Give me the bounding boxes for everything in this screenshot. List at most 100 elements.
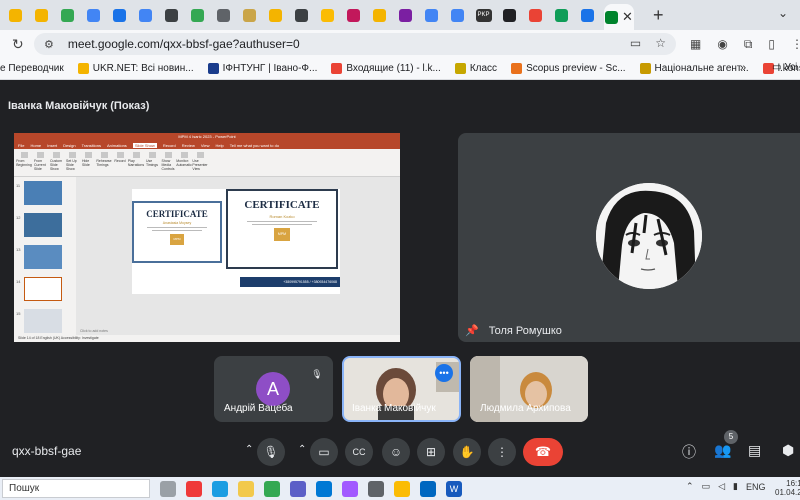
- bookmark-item[interactable]: Входящие (11) - l.k...: [331, 63, 441, 74]
- browser-tab[interactable]: [110, 6, 129, 24]
- bookmark-item[interactable]: Національне агент...: [639, 63, 749, 74]
- browser-tab[interactable]: [526, 6, 545, 24]
- powerpoint-menu-item[interactable]: Record: [163, 143, 176, 148]
- slide-thumbnail[interactable]: [24, 309, 62, 333]
- present-button[interactable]: ⊞: [417, 438, 445, 466]
- explorer-icon[interactable]: [238, 480, 254, 497]
- powerpoint-menu-item[interactable]: Home: [30, 143, 41, 148]
- people-icon[interactable]: 👥: [714, 442, 731, 459]
- mic-options-chevron[interactable]: ⌃: [245, 444, 253, 455]
- emoji-button[interactable]: ☺: [382, 438, 410, 466]
- mail-icon[interactable]: [316, 480, 332, 497]
- slide-thumbnail[interactable]: [24, 181, 62, 205]
- browser-tab[interactable]: [136, 6, 155, 24]
- ribbon-button[interactable]: Monitor: Automatic: [176, 152, 192, 173]
- powerpoint-menu-item[interactable]: Review: [182, 143, 195, 148]
- raise-hand-button[interactable]: ✋: [453, 438, 481, 466]
- puzzle-icon[interactable]: ⧉: [744, 37, 753, 52]
- leave-call-button[interactable]: ☎: [523, 438, 563, 466]
- camera-button[interactable]: ▭: [310, 438, 338, 466]
- slide-thumbnail[interactable]: [24, 245, 62, 269]
- battery-icon[interactable]: ▮: [733, 481, 738, 492]
- captions-button[interactable]: CC: [345, 438, 373, 466]
- chrome-app-icon[interactable]: [394, 480, 410, 497]
- browser-tab[interactable]: [344, 6, 363, 24]
- browser-tab[interactable]: [396, 6, 415, 24]
- bookmark-item[interactable]: UKR.NET: Всі новин...: [77, 63, 194, 74]
- url-text[interactable]: meet.google.com/qxx-bbsf-gae?authuser=0: [68, 37, 300, 51]
- network-icon[interactable]: ▭: [702, 481, 711, 492]
- ribbon-button[interactable]: Custom Slide Show: [50, 152, 62, 173]
- profile-icon[interactable]: ◉: [717, 37, 727, 52]
- bookmark-item[interactable]: ІФНТУНГ | Івано-Ф...: [207, 63, 317, 74]
- browser-tab[interactable]: [58, 6, 77, 24]
- camera-icon[interactable]: ▭: [630, 36, 641, 50]
- browser-tab[interactable]: [370, 6, 389, 24]
- powerpoint-menu-item[interactable]: Design: [63, 143, 75, 148]
- store-icon[interactable]: [290, 480, 306, 497]
- more-bookmarks-icon[interactable]: »: [740, 62, 746, 74]
- menu-dots-icon[interactable]: ⋮: [791, 37, 800, 52]
- powerpoint-menu-item[interactable]: Insert: [47, 143, 57, 148]
- powerpoint-menu-item[interactable]: File: [18, 143, 24, 148]
- browser-tab[interactable]: [162, 6, 181, 24]
- all-bookmarks-folder[interactable]: ▭ Усі: [772, 62, 797, 73]
- browser-tab[interactable]: [266, 6, 285, 24]
- bookmark-item[interactable]: е Переводчик: [0, 63, 64, 74]
- tile-options-icon[interactable]: •••: [435, 364, 453, 382]
- powerpoint-menu-item[interactable]: Slide Show: [132, 142, 157, 148]
- activities-icon[interactable]: ⬢: [782, 442, 794, 459]
- browser-tab[interactable]: [32, 6, 51, 24]
- active-tab[interactable]: ✕: [604, 4, 634, 30]
- mic-button[interactable]: 🎙: [257, 438, 285, 466]
- bookmark-item[interactable]: Scopus preview - Sc...: [511, 63, 626, 74]
- task-view-icon[interactable]: [160, 480, 176, 497]
- powerpoint-menu-item[interactable]: View: [201, 143, 210, 148]
- site-info-icon[interactable]: ⚙: [44, 38, 54, 51]
- ribbon-button[interactable]: From Current Slide: [34, 152, 46, 173]
- ribbon-button[interactable]: Use Timings: [146, 152, 158, 173]
- word-icon[interactable]: W: [446, 480, 462, 497]
- taskbar-clock[interactable]: 16:1 01.04.2: [775, 479, 800, 497]
- vivaldi-icon[interactable]: [186, 480, 202, 497]
- slide-thumbnail[interactable]: [24, 213, 62, 237]
- tab-search-icon[interactable]: ⌄: [778, 6, 788, 20]
- omnibox[interactable]: ⚙ meet.google.com/qxx-bbsf-gae?authuser=…: [34, 33, 676, 55]
- slide-thumbnail[interactable]: [24, 277, 62, 301]
- close-tab-icon[interactable]: ✕: [622, 9, 633, 25]
- browser-tab[interactable]: [500, 6, 519, 24]
- bookmark-star-icon[interactable]: ☆: [655, 36, 666, 50]
- ribbon-button[interactable]: Rehearse Timings: [96, 152, 112, 173]
- browser-tab[interactable]: [188, 6, 207, 24]
- browser-tab[interactable]: [578, 6, 597, 24]
- ribbon-button[interactable]: From Beginning: [16, 152, 32, 173]
- extension-icon[interactable]: ▦: [690, 37, 701, 52]
- more-options-button[interactable]: ⋮: [488, 438, 516, 466]
- edge-icon[interactable]: [212, 480, 228, 497]
- chrome-icon[interactable]: [264, 480, 280, 497]
- powerpoint-menu-item[interactable]: Transitions: [82, 143, 101, 148]
- ribbon-button[interactable]: Show Media Controls: [161, 152, 175, 173]
- ribbon-button[interactable]: Set Up Slide Show: [66, 152, 78, 173]
- info-icon[interactable]: ⓘ: [682, 442, 696, 462]
- browser-tab[interactable]: [552, 6, 571, 24]
- powerpoint-menu-item[interactable]: Tell me what you want to do: [230, 143, 279, 148]
- input-language[interactable]: ENG: [746, 482, 766, 492]
- ribbon-button[interactable]: Use Presenter View: [192, 152, 208, 173]
- bookmark-item[interactable]: Класс: [454, 63, 497, 74]
- browser-tab[interactable]: [318, 6, 337, 24]
- tray-chevron-icon[interactable]: ⌃: [686, 481, 694, 492]
- browser-tab[interactable]: [84, 6, 103, 24]
- taskbar-search[interactable]: Пошук: [2, 479, 150, 498]
- powerpoint-menu-item[interactable]: Animations: [107, 143, 127, 148]
- ribbon-button[interactable]: Play Narrations: [128, 152, 144, 173]
- browser-tab[interactable]: [240, 6, 259, 24]
- reload-icon[interactable]: ↻: [12, 36, 24, 53]
- powerpoint-menu-item[interactable]: Help: [215, 143, 223, 148]
- browser-tab[interactable]: [6, 6, 25, 24]
- browser-tab[interactable]: [448, 6, 467, 24]
- browser-tab[interactable]: PKP: [474, 6, 493, 24]
- new-tab-button[interactable]: +: [653, 5, 664, 26]
- calculator-icon[interactable]: [368, 480, 384, 497]
- copilot-icon[interactable]: [342, 480, 358, 497]
